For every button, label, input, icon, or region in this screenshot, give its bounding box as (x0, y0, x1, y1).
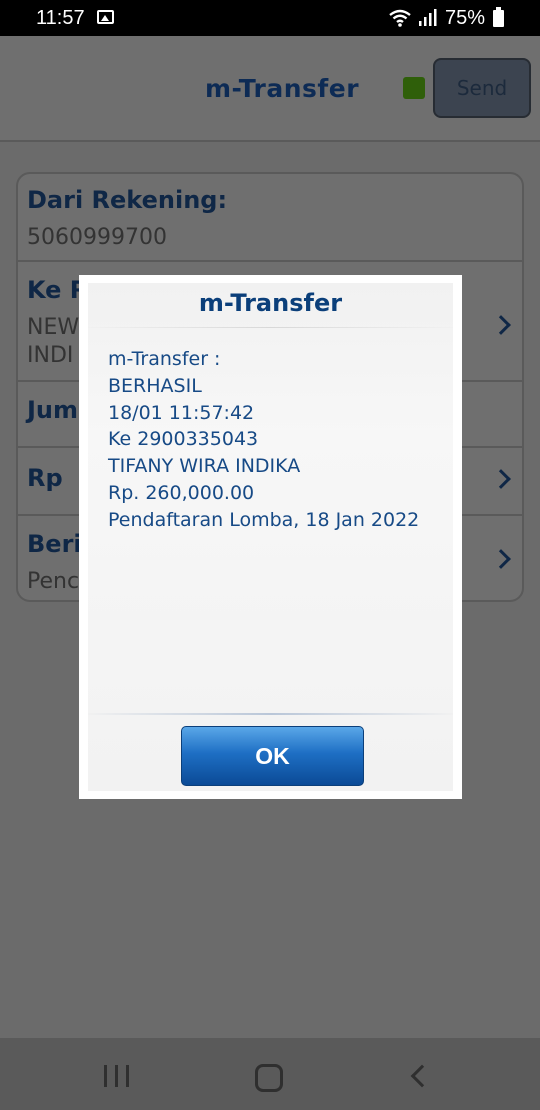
dialog-title: m-Transfer (198, 289, 343, 317)
send-button[interactable]: Send (433, 58, 531, 118)
message-label: Beri (27, 530, 82, 558)
chevron-right-icon (491, 469, 511, 489)
currency-label: Rp (27, 464, 63, 492)
dialog-body: m-Transfer m-Transfer : BERHASIL 18/01 1… (88, 283, 453, 791)
image-icon (97, 10, 114, 24)
divider (88, 713, 453, 715)
home-icon[interactable] (255, 1064, 283, 1092)
app-header: m-Transfer Send (0, 36, 540, 142)
to-account-line2: INDI (27, 343, 74, 368)
from-account-row: Dari Rekening: 5060999700 (18, 174, 522, 262)
dialog-message: m-Transfer : BERHASIL 18/01 11:57:42 Ke … (108, 346, 419, 534)
battery-icon (493, 7, 504, 27)
message-line: Rp. 260,000.00 (108, 481, 255, 504)
transfer-result-dialog: m-Transfer m-Transfer : BERHASIL 18/01 1… (79, 275, 462, 799)
chevron-right-icon (491, 549, 511, 569)
recent-apps-icon[interactable] (104, 1065, 130, 1087)
message-line: Ke 2900335043 (108, 428, 259, 451)
wifi-icon (389, 9, 411, 27)
message-line: 18/01 11:57:42 (108, 401, 255, 424)
ok-button[interactable]: OK (181, 726, 364, 786)
status-bar: 11:57 75% (0, 0, 540, 36)
message-line: m-Transfer : (108, 348, 221, 370)
divider (88, 327, 453, 328)
message-value: Penc (27, 569, 80, 594)
chevron-right-icon (491, 315, 511, 335)
connection-status-indicator (403, 77, 425, 99)
to-account-line1: NEW (27, 315, 80, 340)
from-account-value: 5060999700 (27, 225, 167, 250)
back-icon[interactable] (410, 1064, 434, 1088)
battery-percent: 75% (445, 7, 486, 29)
signal-icon (419, 9, 437, 26)
amount-label: Juml (27, 396, 87, 424)
message-line: TIFANY WIRA INDIKA (108, 455, 301, 478)
page-title: m-Transfer (205, 74, 360, 103)
from-account-label: Dari Rekening: (27, 186, 228, 214)
message-line: Pendaftaran Lomba, 18 Jan 2022 (108, 508, 420, 531)
message-line: BERHASIL (108, 374, 202, 397)
status-time: 11:57 (36, 7, 85, 29)
navigation-bar (0, 1038, 540, 1110)
